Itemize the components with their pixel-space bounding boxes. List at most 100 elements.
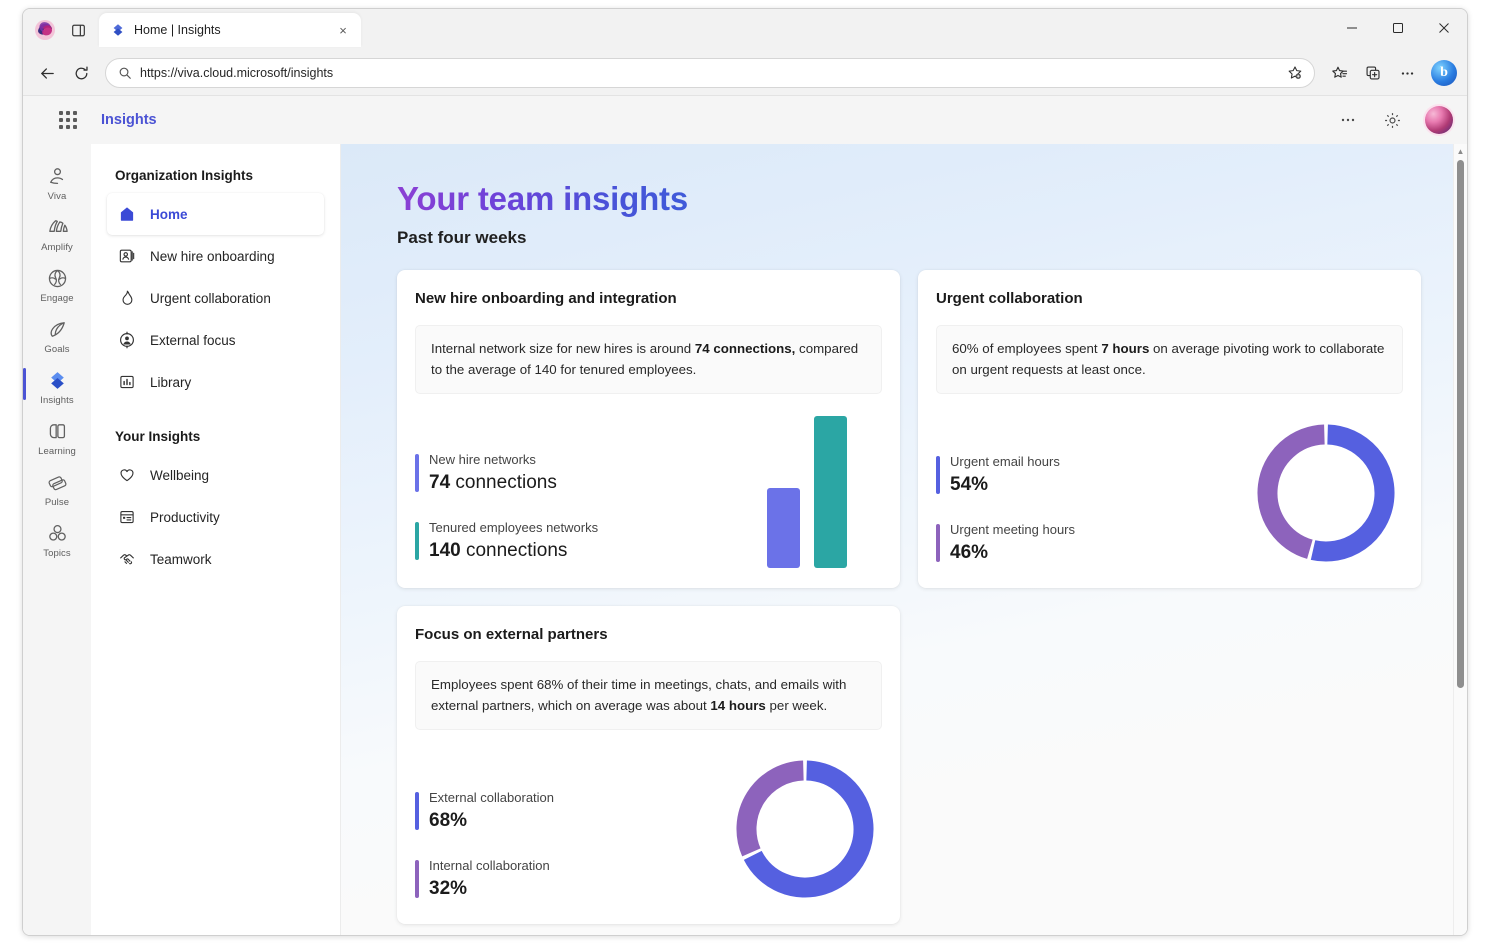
- close-button[interactable]: [1421, 9, 1467, 47]
- donut-slice-1: [736, 760, 805, 857]
- app-title: Insights: [101, 112, 157, 128]
- rail-item-engage[interactable]: Engage: [27, 260, 87, 307]
- rail-item-insights[interactable]: Insights: [23, 362, 87, 409]
- donut-chart: [728, 752, 882, 906]
- sidebar-item-productivity[interactable]: Productivity: [107, 496, 324, 538]
- app-header: Insights: [23, 96, 1467, 144]
- app-launcher-icon[interactable]: [55, 107, 81, 133]
- back-button[interactable]: [31, 57, 63, 89]
- rail-item-learning[interactable]: Learning: [27, 413, 87, 460]
- stat-number: 46%: [950, 542, 989, 564]
- stat-number: 140: [429, 540, 461, 562]
- page-subtitle: Past four weeks: [397, 228, 527, 247]
- sidebar-item-external-focus[interactable]: External focus: [107, 319, 324, 361]
- sidebar-item-label: Productivity: [150, 509, 220, 525]
- stat-label: Internal collaboration: [429, 858, 550, 874]
- card-title: Urgent collaboration: [936, 290, 1083, 307]
- close-icon[interactable]: ×: [333, 20, 353, 40]
- url-text: https://viva.cloud.microsoft/insights: [140, 66, 334, 80]
- rail-label: Goals: [44, 344, 70, 355]
- more-options-icon[interactable]: [1337, 109, 1359, 131]
- page-viewport: Insights Viva Amplify Engage Goals Insig…: [23, 95, 1467, 935]
- browser-toolbar: https://viva.cloud.microsoft/insights b: [23, 51, 1467, 95]
- page-title: Your team insights: [397, 180, 688, 217]
- sidebar-item-home[interactable]: Home: [107, 193, 324, 235]
- heart-icon: [117, 466, 136, 485]
- card-title: New hire onboarding and integration: [415, 290, 677, 307]
- rail-item-viva[interactable]: Viva: [27, 158, 87, 205]
- card-urgent-collaboration[interactable]: Urgent collaboration 60% of employees sp…: [918, 270, 1421, 589]
- card-stats: New hire networks 74 connections Tenured…: [415, 448, 732, 568]
- rail-label: Learning: [38, 446, 76, 457]
- stat-unit: connections: [465, 540, 568, 562]
- search-icon: [118, 66, 132, 80]
- browser-titlebar: Home | Insights ×: [23, 9, 1467, 51]
- learning-icon: [44, 418, 70, 444]
- copilot-icon[interactable]: b: [1431, 60, 1457, 86]
- main-content: Your team insights Past four weeks New h…: [341, 144, 1453, 935]
- vertical-scrollbar[interactable]: ▲: [1453, 144, 1467, 935]
- handshake-icon: [117, 550, 136, 569]
- rail-item-amplify[interactable]: Amplify: [27, 209, 87, 256]
- refresh-button[interactable]: [65, 57, 97, 89]
- card-stats: Urgent email hours 54% Urgent meeting ho…: [936, 450, 1249, 570]
- sidebar-item-library[interactable]: Library: [107, 361, 324, 403]
- card-callout: Employees spent 68% of their time in mee…: [415, 661, 882, 731]
- more-options-icon[interactable]: [1391, 57, 1423, 89]
- edge-logo-icon: [29, 14, 61, 46]
- rail-label: Pulse: [44, 497, 70, 508]
- card-title: Focus on external partners: [415, 626, 608, 644]
- callout-text-bold: 7 hours: [1101, 341, 1150, 356]
- avatar[interactable]: [1425, 106, 1453, 134]
- sidebar-item-teamwork[interactable]: Teamwork: [107, 538, 324, 580]
- scroll-up-icon[interactable]: ▲: [1457, 144, 1465, 158]
- card-callout: 60% of employees spent 7 hours on averag…: [936, 325, 1403, 395]
- stat-row: Urgent email hours 54%: [936, 454, 1249, 496]
- rail-label: Viva: [47, 191, 67, 202]
- card-new-hire-onboarding[interactable]: New hire onboarding and integration Inte…: [397, 270, 900, 589]
- sidebar-item-wellbeing[interactable]: Wellbeing: [107, 454, 324, 496]
- collections-icon[interactable]: [1357, 57, 1389, 89]
- rail-item-pulse[interactable]: Pulse: [27, 464, 87, 511]
- stat-label: External collaboration: [429, 790, 555, 806]
- scrollbar-thumb[interactable]: [1457, 160, 1464, 688]
- pulse-icon: [44, 469, 70, 495]
- person-circle-icon: [117, 331, 136, 350]
- bar-0: [767, 487, 800, 569]
- stat-row: New hire networks 74 connections: [415, 452, 732, 494]
- stat-value: 68%: [429, 810, 728, 832]
- calendar-icon: [117, 508, 136, 527]
- rail-item-topics[interactable]: Topics: [27, 515, 87, 562]
- address-bar[interactable]: https://viva.cloud.microsoft/insights: [105, 58, 1315, 88]
- browser-tab[interactable]: Home | Insights ×: [99, 13, 361, 47]
- rail-label: Topics: [43, 548, 71, 559]
- stat-row: Urgent meeting hours 46%: [936, 522, 1249, 564]
- browser-window: Home | Insights × https://viva.cloud.mic…: [22, 8, 1468, 936]
- sidebar-item-label: External focus: [150, 332, 236, 348]
- rail-label: Insights: [40, 395, 74, 406]
- stat-label: Urgent meeting hours: [950, 522, 1076, 538]
- sidebar-item-new-hire-onboarding[interactable]: New hire onboarding: [107, 235, 324, 277]
- gear-icon[interactable]: [1381, 109, 1403, 131]
- flame-icon: [117, 289, 136, 308]
- stat-label: Urgent email hours: [950, 454, 1060, 470]
- sidebar-item-urgent-collaboration[interactable]: Urgent collaboration: [107, 277, 324, 319]
- sidebar-item-label: Library: [150, 374, 192, 390]
- subnav-section-title: Organization Insights: [115, 168, 254, 183]
- favorites-list-icon[interactable]: [1323, 57, 1355, 89]
- rail-item-goals[interactable]: Goals: [27, 311, 87, 358]
- sidebar-item-label: Wellbeing: [150, 467, 210, 483]
- insights-diamond-icon: [44, 367, 70, 393]
- callout-text-part: 60% of employees spent: [952, 341, 1102, 356]
- minimize-button[interactable]: [1329, 9, 1375, 47]
- engage-icon: [44, 265, 70, 291]
- sidebar-item-label: Urgent collaboration: [150, 290, 271, 306]
- rail-label: Engage: [40, 293, 74, 304]
- favorite-star-icon[interactable]: [1282, 60, 1308, 86]
- secondary-nav: Organization Insights Home New hire onbo…: [91, 144, 341, 935]
- card-focus-external-partners[interactable]: Focus on external partners Employees spe…: [397, 606, 900, 925]
- contact-card-icon: [117, 247, 136, 266]
- tab-actions-icon[interactable]: [63, 15, 93, 45]
- maximize-button[interactable]: [1375, 9, 1421, 47]
- stat-number: 32%: [429, 878, 468, 900]
